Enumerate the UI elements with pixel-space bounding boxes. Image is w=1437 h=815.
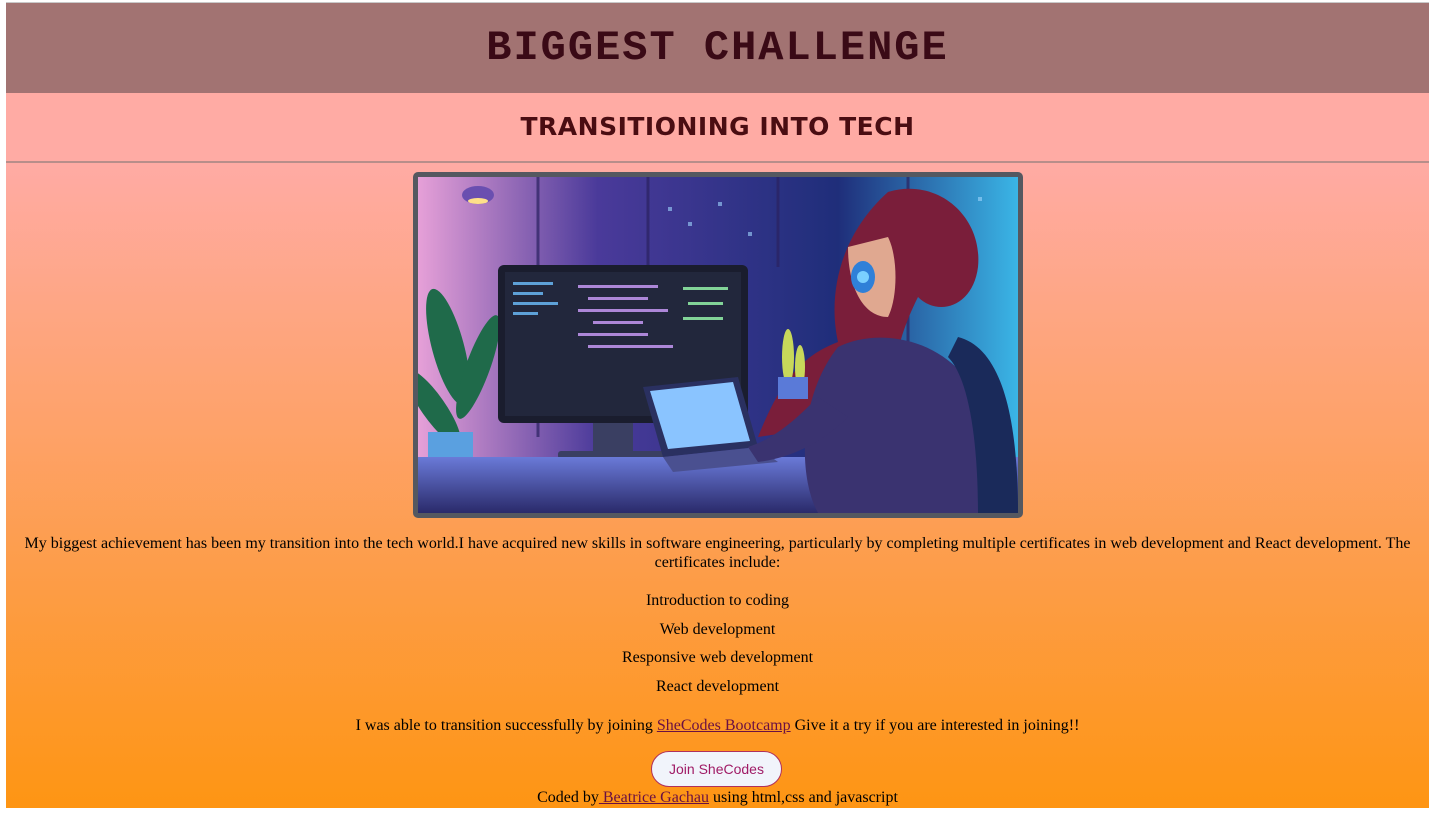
footer-suffix: using html,css and javascript (709, 789, 898, 806)
page: BIGGEST CHALLENGE TRANSITIONING INTO TEC… (6, 2, 1429, 808)
certificate-list: Introduction to coding Web development R… (6, 591, 1429, 705)
list-item: Introduction to coding (645, 592, 790, 609)
cta-paragraph: I was able to transition successfully by… (6, 717, 1429, 735)
list-item: React development (655, 677, 780, 695)
intro-paragraph: My biggest achievement has been my trans… (24, 535, 1411, 571)
page-subtitle: TRANSITIONING INTO TECH (520, 112, 915, 141)
shecodes-bootcamp-link[interactable]: SheCodes Bootcamp (657, 717, 791, 734)
main-header: BIGGEST CHALLENGE (6, 3, 1429, 93)
list-item: Web development (659, 620, 776, 638)
join-shecodes-button[interactable]: Join SheCodes (651, 751, 782, 787)
cta-text-before: I was able to transition successfully by… (355, 717, 657, 734)
list-item: Responsive web development (621, 649, 814, 666)
footer: Coded by Beatrice Gachau using html,css … (6, 789, 1429, 807)
hero-illustration (418, 177, 1018, 513)
hero-image (413, 172, 1023, 518)
page-title: BIGGEST CHALLENGE (486, 24, 949, 72)
footer-prefix: Coded by (537, 789, 599, 806)
sub-header: TRANSITIONING INTO TECH (6, 93, 1429, 163)
cta-text-after: Give it a try if you are interested in j… (790, 717, 1080, 734)
author-link[interactable]: Beatrice Gachau (599, 789, 709, 806)
